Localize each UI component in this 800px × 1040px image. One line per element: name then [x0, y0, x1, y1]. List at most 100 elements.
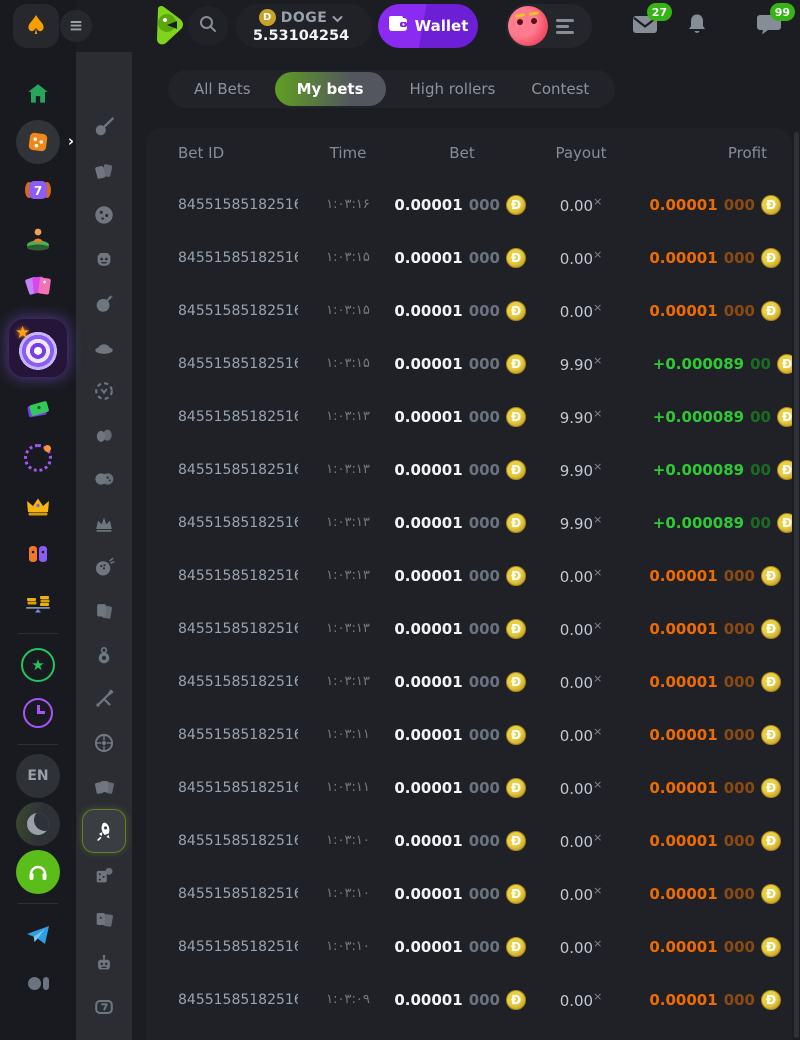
tab-my-bets[interactable]: My bets [275, 72, 386, 106]
table-row[interactable]: 845515851825165 ۱:۰۳:۱۳ 0.00001000 Ð 0.0… [146, 549, 792, 602]
game-item-poker-cards-icon[interactable] [76, 897, 132, 941]
promotions-tags-icon [24, 273, 52, 299]
doge-coin-icon: Ð [761, 566, 781, 586]
game-item-classic-dice-icon[interactable] [76, 193, 132, 237]
table-row[interactable]: 845515851825165 ۱:۰۳:۱۰ 0.00001000 Ð 0.0… [146, 814, 792, 867]
game-item-video-poker-icon[interactable] [76, 765, 132, 809]
sidebar-games [76, 52, 132, 1040]
table-row[interactable]: 845515851825165 ۱:۰۳:۱۳ 0.00001000 Ð 9.9… [146, 443, 792, 496]
sidebar-item-casino[interactable]: › [0, 118, 76, 166]
bet-id-cell: 845515851825165 [178, 674, 298, 690]
profit-cell: 0.00001000 Ð [636, 831, 781, 851]
notifications-button[interactable] [685, 12, 709, 40]
bet-cell: 0.00001000 Ð [398, 460, 526, 480]
bet-id-cell: 845515851825166 [178, 197, 298, 213]
sidebar-item-balance[interactable] [0, 578, 76, 626]
sidebar-item-lottery[interactable] [0, 386, 76, 434]
theme-toggle[interactable] [0, 800, 76, 848]
game-item-crash-icon[interactable] [76, 105, 132, 149]
table-row[interactable]: 845515851825165 ۱:۰۳:۱۳ 0.00001000 Ð 9.9… [146, 496, 792, 549]
game-item-sword-icon[interactable] [76, 677, 132, 721]
table-row[interactable]: 845515851825166 ۱:۰۳:۱۵ 0.00001000 Ð 0.0… [146, 231, 792, 284]
user-list-icon [556, 19, 574, 34]
twist-cards-icon [93, 160, 115, 182]
mail-button[interactable]: 27 [631, 12, 659, 40]
game-item-keno-icon[interactable] [76, 501, 132, 545]
doge-coin-icon: Ð [506, 990, 526, 1010]
profit-cell: 0.00001000 Ð [636, 778, 781, 798]
game-item-plinko-icon[interactable] [76, 325, 132, 369]
user-menu[interactable] [506, 4, 592, 48]
brand-logo[interactable] [150, 5, 190, 47]
doge-coin-icon: Ð [506, 831, 526, 851]
search-button[interactable] [188, 6, 228, 46]
sidebar-item-live-casino[interactable] [0, 214, 76, 262]
game-item-beast-icon[interactable] [76, 237, 132, 281]
game-item-limbo-icon[interactable] [76, 633, 132, 677]
doge-coin-icon: D [259, 9, 276, 26]
game-item-dice-cards-icon[interactable] [76, 853, 132, 897]
time-cell: ۱:۰۳:۱۵ [298, 250, 398, 265]
table-row[interactable]: 845515851825165 ۱:۰۳:۱۱ 0.00001000 Ð 0.0… [146, 708, 792, 761]
tab-contest[interactable]: Contest [513, 70, 607, 108]
table-row[interactable]: 845515851825165 ۱:۰۳:۱۵ 0.00001000 Ð 9.9… [146, 337, 792, 390]
table-row[interactable]: 845515851825165 ۱:۰۳:۰۹ 0.00001000 Ð 0.0… [146, 973, 792, 1026]
support-button[interactable] [0, 848, 76, 896]
game-item-robot-icon[interactable] [76, 941, 132, 985]
star-circle-icon: ★ [21, 648, 55, 682]
table-row[interactable]: 845515851825165 ۱:۰۳:۱۳ 0.00001000 Ð 0.0… [146, 655, 792, 708]
table-row[interactable]: 845515851825165 ۱:۰۳:۱۳ 0.00001000 Ð 0.0… [146, 602, 792, 655]
sidebar-item-home[interactable] [0, 70, 76, 118]
table-row[interactable]: 845515851825166 ۱:۰۳:۱۵ 0.00001000 Ð 0.0… [146, 284, 792, 337]
table-row[interactable]: 845515851825165 ۱:۰۳:۱۰ 0.00001000 Ð 0.0… [146, 920, 792, 973]
header-payout: Payout [526, 144, 636, 162]
game-item-rocket-icon[interactable] [82, 809, 126, 853]
wheel-icon [93, 732, 115, 754]
sidebar-item-promotions[interactable] [0, 262, 76, 310]
avatar [508, 6, 548, 46]
game-item-slots-frame-icon[interactable] [76, 985, 132, 1029]
bets-table: Bet ID Time Bet Payout Profit 8455158518… [146, 128, 792, 1040]
game-item-wheel-icon[interactable] [76, 721, 132, 765]
bet-cell: 0.00001000 Ð [398, 566, 526, 586]
sidebar-item-slots[interactable]: 7 [0, 166, 76, 214]
game-item-twist-cards-icon[interactable] [76, 149, 132, 193]
time-cell: ۱:۰۳:۱۰ [298, 939, 398, 954]
sidebar-item-vip[interactable] [0, 482, 76, 530]
payout-cell: 9.90× [526, 354, 636, 374]
game-item-spin-icon[interactable] [76, 369, 132, 413]
game-item-mines-icon[interactable] [76, 281, 132, 325]
sidebar-item-vip-club[interactable]: ★ [0, 641, 76, 689]
time-cell: ۱:۰۳:۱۳ [298, 674, 398, 689]
tab-high-rollers[interactable]: High rollers [392, 70, 514, 108]
game-item-bowling-icon[interactable] [76, 545, 132, 589]
table-row[interactable]: 845515851825165 ۱:۰۳:۱۰ 0.00001000 Ð 0.0… [146, 867, 792, 920]
currency-selector[interactable]: D DOGE 5.53104254 [236, 4, 372, 48]
table-row[interactable]: 845515851825165 ۱:۰۳:۱۱ 0.00001000 Ð 0.0… [146, 761, 792, 814]
site-logo[interactable]: ♠ [13, 4, 59, 48]
wallet-label: Wallet [415, 17, 469, 35]
telegram-link[interactable] [0, 911, 76, 959]
game-item-coinflip-icon[interactable] [76, 457, 132, 501]
doge-coin-icon: Ð [761, 990, 781, 1010]
sidebar-item-roulette[interactable]: ★ [0, 310, 76, 386]
game-item-eggs-icon[interactable] [76, 413, 132, 457]
sidebar-item-ring[interactable] [0, 434, 76, 482]
header-time: Time [298, 144, 398, 162]
chevron-right-icon: › [68, 132, 74, 150]
payout-cell: 9.90× [526, 460, 636, 480]
language-button[interactable]: EN [0, 752, 76, 800]
tab-all-bets[interactable]: All Bets [176, 70, 269, 108]
sidebar-item-pvp[interactable] [0, 530, 76, 578]
sidebar-collapse-button[interactable]: ≡ [60, 10, 92, 42]
scrollbar[interactable] [794, 132, 799, 1038]
table-row[interactable]: 845515851825165 ۱:۰۳:۱۳ 0.00001000 Ð 9.9… [146, 390, 792, 443]
community-link[interactable] [0, 959, 76, 1007]
game-item-cards-stack-icon[interactable] [76, 589, 132, 633]
table-row[interactable]: 845515851825166 ۱:۰۳:۱۶ 0.00001000 Ð 0.0… [146, 178, 792, 231]
svg-text:7: 7 [34, 184, 42, 198]
payout-cell: 0.00× [526, 937, 636, 957]
sidebar-item-recent[interactable] [0, 689, 76, 737]
wallet-button[interactable]: Wallet [378, 4, 478, 48]
chat-button[interactable]: 99 [756, 12, 782, 40]
